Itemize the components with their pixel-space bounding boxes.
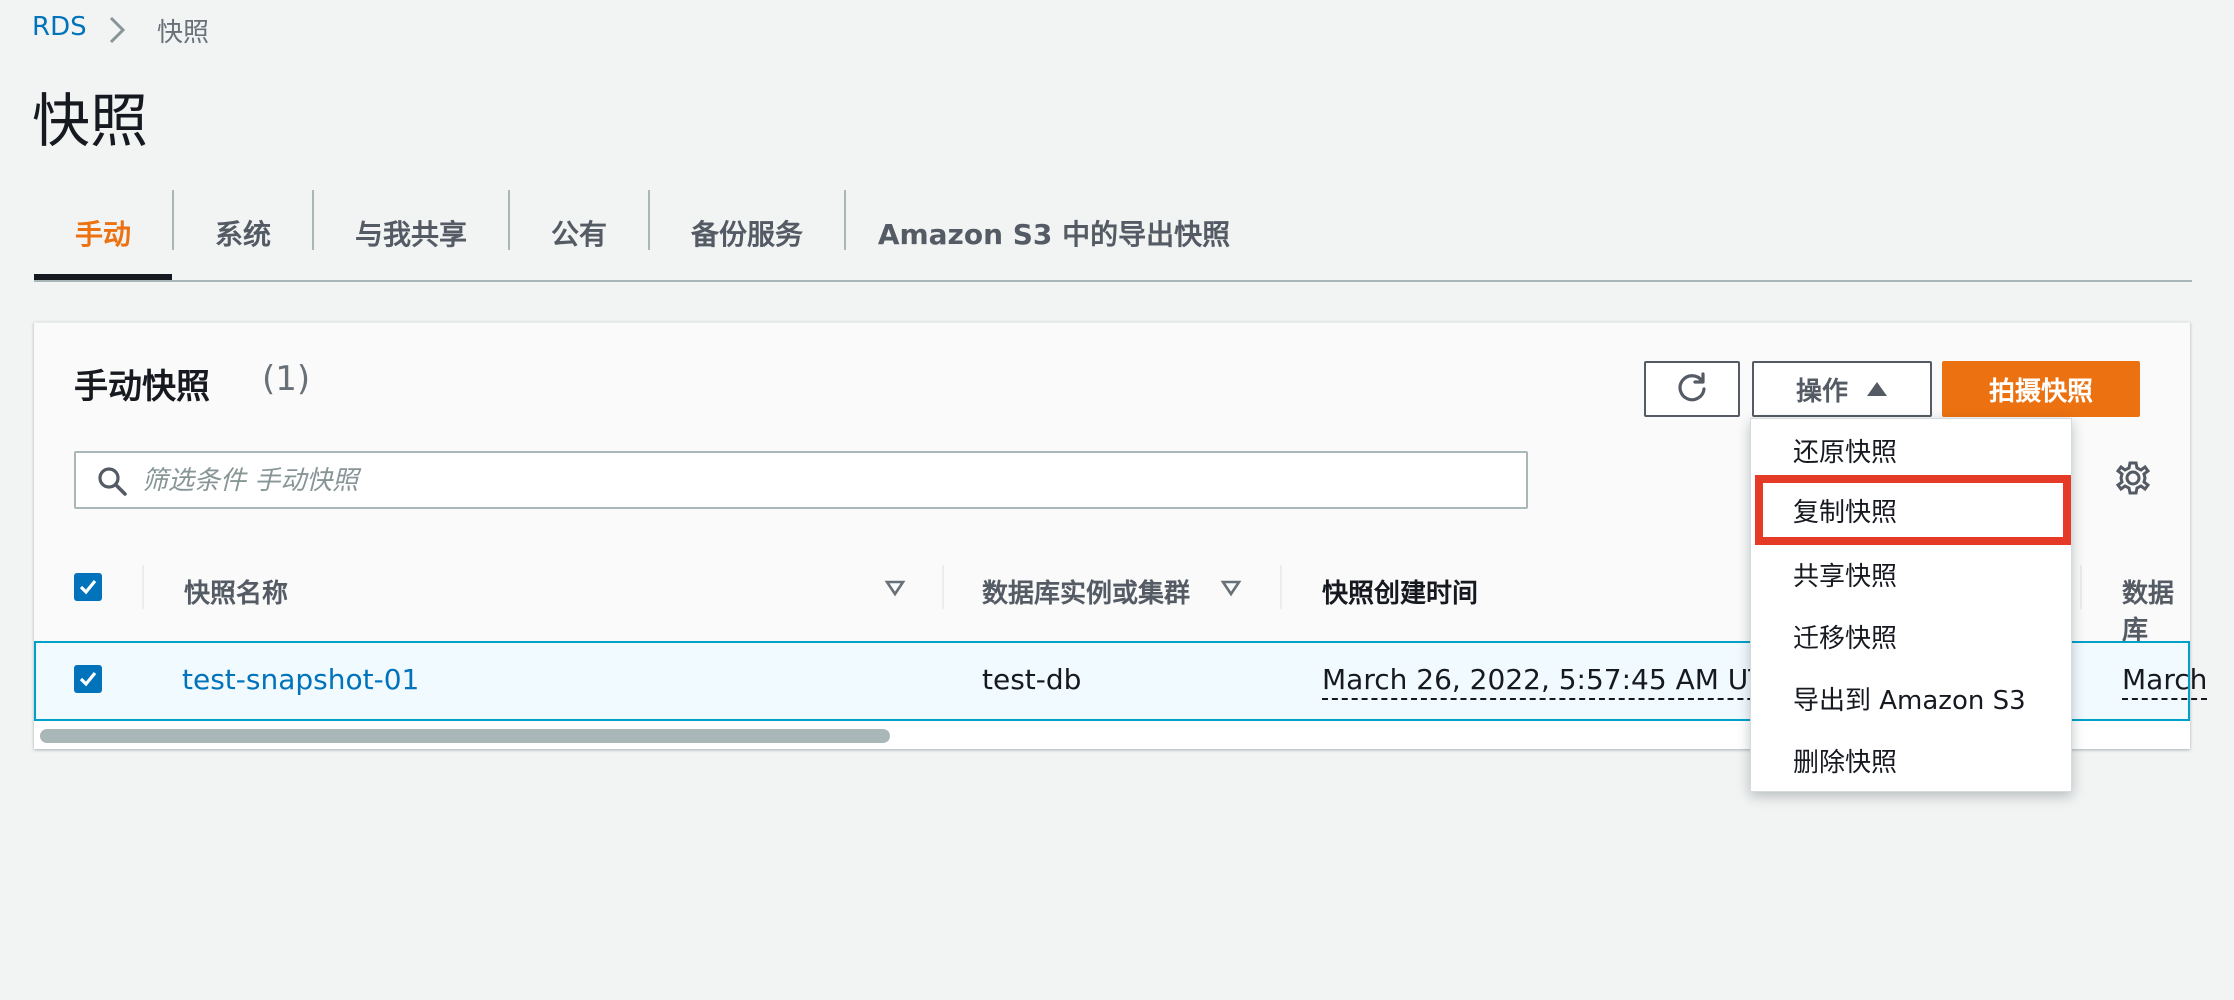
highlight-box (1755, 475, 2071, 545)
menu-item-export-s3[interactable]: 导出到 Amazon S3 (1751, 667, 2071, 729)
refresh-icon (1678, 372, 1706, 402)
actions-label: 操作 (1795, 376, 1848, 407)
breadcrumb-current: 快照 (157, 18, 210, 48)
chevron-right-icon (109, 16, 126, 44)
horizontal-scrollbar[interactable] (40, 729, 890, 743)
caret-up-icon (1867, 382, 1887, 396)
checkmark-icon (79, 579, 97, 595)
search-icon (98, 467, 127, 496)
db-instance-cell: test-db (982, 663, 1082, 696)
column-divider (142, 565, 144, 609)
tab-manual[interactable]: 手动 (34, 188, 172, 278)
sort-icon[interactable] (1220, 577, 1242, 599)
column-header-db-instance[interactable]: 数据库实例或集群 (982, 573, 1190, 610)
panel-title: 手动快照 (74, 367, 210, 407)
column-header-db[interactable]: 数据库 (2122, 573, 2190, 647)
db-time-cell: March (2122, 663, 2208, 700)
menu-item-restore[interactable]: 还原快照 (1751, 419, 2071, 481)
sort-icon[interactable] (884, 577, 906, 599)
column-header-snapshot-name[interactable]: 快照名称 (184, 573, 288, 610)
row-checkbox[interactable] (74, 665, 102, 693)
filter-input[interactable] (140, 459, 1514, 503)
select-all-checkbox[interactable] (74, 573, 102, 601)
filter-search-box (74, 451, 1528, 509)
column-divider (2080, 565, 2082, 609)
page-title: 快照 (32, 87, 149, 155)
column-divider (1280, 565, 1282, 609)
column-header-created-time[interactable]: 快照创建时间 (1322, 573, 1478, 610)
menu-item-migrate[interactable]: 迁移快照 (1751, 605, 2071, 667)
created-time-cell: March 26, 2022, 5:57:45 AM UTC (1322, 663, 1784, 700)
actions-menu: 还原快照 复制快照 共享快照 迁移快照 导出到 Amazon S3 删除快照 (1750, 418, 2072, 792)
tab-system[interactable]: 系统 (174, 188, 312, 278)
snapshot-count: (1) (262, 359, 311, 399)
tab-shared-with-me[interactable]: 与我共享 (314, 188, 508, 278)
snapshot-name-link[interactable]: test-snapshot-01 (182, 663, 419, 696)
tab-s3-exports[interactable]: Amazon S3 中的导出快照 (846, 188, 1262, 278)
tab-public[interactable]: 公有 (510, 188, 648, 278)
breadcrumb-rds-link[interactable]: RDS (32, 12, 87, 42)
menu-item-share[interactable]: 共享快照 (1751, 543, 2071, 605)
refresh-button[interactable] (1644, 361, 1740, 417)
actions-dropdown-button[interactable]: 操作 (1752, 361, 1932, 417)
tab-bar: 手动 系统 与我共享 公有 备份服务 Amazon S3 中的导出快照 (34, 188, 2192, 282)
active-tab-indicator (34, 274, 172, 280)
take-snapshot-button[interactable]: 拍摄快照 (1942, 361, 2140, 417)
menu-item-delete[interactable]: 删除快照 (1751, 729, 2071, 791)
tab-backup-service[interactable]: 备份服务 (650, 188, 844, 278)
column-divider (942, 565, 944, 609)
gear-icon[interactable] (2114, 459, 2152, 497)
checkmark-icon (79, 671, 97, 687)
